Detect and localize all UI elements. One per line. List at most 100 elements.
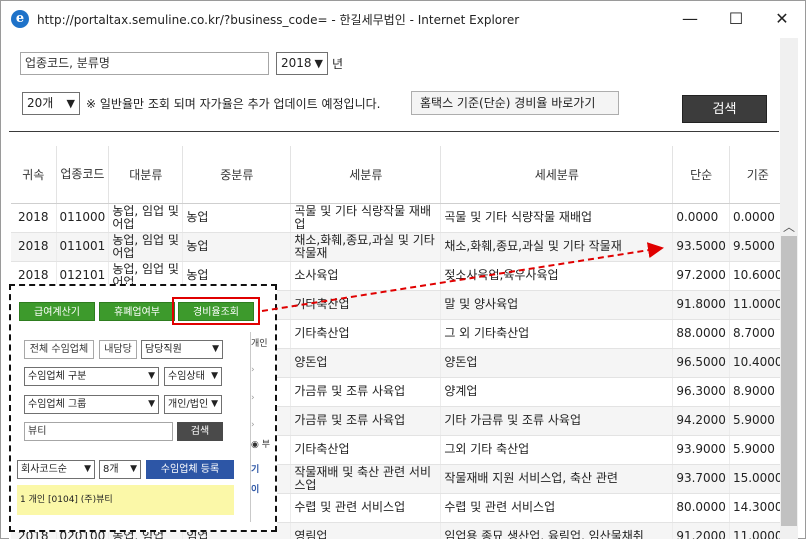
chevron-right-icon[interactable]: › <box>251 365 275 375</box>
scroll-up-icon[interactable]: ︿ <box>783 218 795 234</box>
minimize-button[interactable]: — <box>667 1 713 37</box>
chevron-down-icon: ▼ <box>66 97 75 110</box>
search-button[interactable]: 검색 <box>682 95 767 123</box>
chevron-down-icon: ▼ <box>148 371 155 381</box>
cell-standard: 11.0000 <box>729 290 787 320</box>
client-kind-select[interactable]: 개인/법인 ▼ <box>164 395 222 414</box>
closure-check-button[interactable]: 휴폐업여부 <box>99 302 175 321</box>
cell-detail: 채소,화훼,종묘,과실 및 기타 작물재 <box>440 232 674 262</box>
notice-text: ※ 일반율만 조회 되며 자가율은 추가 업데이트 예정입니다. <box>86 97 381 111</box>
cell-standard: 5.9000 <box>729 406 787 436</box>
cell-minor: 기타축산업 <box>290 435 442 465</box>
cell-minor: 수렵 및 관련 서비스업 <box>290 493 442 523</box>
cell-minor: 기타축산업 <box>290 319 442 349</box>
close-button[interactable]: ✕ <box>759 1 805 37</box>
cell-minor: 양돈업 <box>290 348 442 378</box>
search-input[interactable]: 업종코드, 분류명 <box>20 52 269 75</box>
cell-simple: 0.0000 <box>672 203 730 233</box>
side-label-1: 기 <box>251 465 260 475</box>
side-label-2: 이 <box>251 485 260 495</box>
cell-detail: 양계업 <box>440 377 674 407</box>
header-code[interactable]: 업종코드 <box>56 146 110 204</box>
all-clients-button[interactable]: 전체 수임업체 <box>24 340 94 359</box>
client-type-select[interactable]: 수임업체 구분 ▼ <box>24 367 159 386</box>
chevron-down-icon: ▼ <box>148 399 155 409</box>
chevron-right-icon[interactable]: › <box>251 420 275 430</box>
cell-minor: 가금류 및 조류 사육업 <box>290 377 442 407</box>
page-size-select[interactable]: 20개 ▼ <box>22 92 80 115</box>
cell-minor: 가금류 및 조류 사육업 <box>290 406 442 436</box>
cell-standard: 11.0000 <box>729 522 787 539</box>
cell-major: 농업, 임업 및 어업 <box>108 232 184 262</box>
salary-calculator-button[interactable]: 급여계산기 <box>19 302 95 321</box>
cell-minor: 영림업 <box>290 522 442 539</box>
table-row[interactable]: 2018 011001 농업, 임업 및 어업 농업 채소,화훼,종묘,과실 및 기타 … <box>11 232 787 262</box>
cell-detail: 젖소사육업,육우사육업 <box>440 261 674 291</box>
client-status-value: 수임상태 <box>168 371 205 382</box>
client-search-button[interactable]: 검색 <box>177 422 223 441</box>
staff-select-value: 담당직원 <box>145 344 182 355</box>
staff-select[interactable]: 담당직원 ▼ <box>141 340 223 359</box>
client-status-select[interactable]: 수임상태 ▼ <box>164 367 222 386</box>
cell-detail: 양돈업 <box>440 348 674 378</box>
sort-select[interactable]: 회사코드순 ▼ <box>17 460 95 479</box>
cell-minor: 채소,화훼,종묘,과실 및 기타 작물재 <box>290 232 442 262</box>
cell-minor: 소사육업 <box>290 261 442 291</box>
header-year[interactable]: 귀속 <box>11 146 57 204</box>
side-tab-label[interactable]: 개인 <box>251 336 275 349</box>
header-major[interactable]: 대분류 <box>108 146 184 204</box>
cell-standard: 10.4000 <box>729 348 787 378</box>
cell-simple: 80.0000 <box>672 493 730 523</box>
maximize-button[interactable]: ☐ <box>713 1 759 37</box>
cell-simple: 88.0000 <box>672 319 730 349</box>
chevron-right-icon[interactable]: › <box>251 393 275 403</box>
chevron-down-icon: ▼ <box>211 371 218 381</box>
cell-middle: 농업 <box>182 203 292 233</box>
year-select-value: 2018 <box>281 56 312 70</box>
header-minor[interactable]: 세분류 <box>290 146 442 204</box>
cell-minor: 기타축산업 <box>290 290 442 320</box>
cell-standard: 8.7000 <box>729 319 787 349</box>
chevron-down-icon: ▼ <box>130 464 137 474</box>
my-clients-button[interactable]: 내담당 <box>99 340 137 359</box>
register-client-button[interactable]: 수임업체 등록 <box>146 460 234 479</box>
header-middle[interactable]: 중분류 <box>182 146 292 204</box>
header-simple[interactable]: 단순 <box>672 146 730 204</box>
hometax-link-button[interactable]: 홈택스 기준(단순) 경비율 바로가기 <box>411 91 619 115</box>
cell-standard: 10.6000 <box>729 261 787 291</box>
header-standard[interactable]: 기준 <box>729 146 787 204</box>
cell-standard: 0.0000 <box>729 203 787 233</box>
cell-minor: 작물재배 및 축산 관련 서비스업 <box>290 464 442 494</box>
cell-minor: 곡물 및 기타 식량작물 재배업 <box>290 203 442 233</box>
sort-select-value: 회사코드순 <box>21 464 67 475</box>
cell-detail: 말 및 양사육업 <box>440 290 674 320</box>
count-select[interactable]: 8개 ▼ <box>99 460 141 479</box>
chevron-down-icon: ▼ <box>211 399 218 409</box>
cell-simple: 96.3000 <box>672 377 730 407</box>
section-divider <box>9 131 779 132</box>
client-group-value: 수임업체 그룹 <box>28 399 87 410</box>
client-result-item[interactable]: 1 개인 [0104] (주)뷰티 <box>17 485 234 515</box>
cell-detail: 작물재배 지원 서비스업, 축산 관련 <box>440 464 674 494</box>
cell-detail: 그외 기타 축산업 <box>440 435 674 465</box>
client-group-select[interactable]: 수임업체 그룹 ▼ <box>24 395 159 414</box>
table-row[interactable]: 2018 011000 농업, 임업 및 어업 농업 곡물 및 기타 식량작물 재배업 곡… <box>11 203 787 233</box>
cell-major: 농업, 임업 및 어업 <box>108 203 184 233</box>
cell-simple: 91.8000 <box>672 290 730 320</box>
client-search-input[interactable]: 뷰티 <box>24 422 173 441</box>
year-suffix: 년 <box>332 57 344 71</box>
chevron-down-icon: ▼ <box>212 344 219 354</box>
side-radio-label[interactable]: ◉ 부 <box>251 437 275 450</box>
scrollbar-thumb[interactable] <box>781 236 797 526</box>
cell-simple: 93.7000 <box>672 464 730 494</box>
expense-rate-highlight <box>172 297 260 325</box>
cell-simple: 94.2000 <box>672 406 730 436</box>
count-select-value: 8개 <box>103 464 119 475</box>
cell-simple: 97.2000 <box>672 261 730 291</box>
cell-standard: 9.5000 <box>729 232 787 262</box>
year-select[interactable]: 2018 ▼ <box>276 52 328 75</box>
cell-standard: 5.9000 <box>729 435 787 465</box>
client-kind-value: 개인/법인 <box>168 399 209 410</box>
cell-simple: 91.2000 <box>672 522 730 539</box>
header-detail[interactable]: 세세분류 <box>440 146 674 204</box>
